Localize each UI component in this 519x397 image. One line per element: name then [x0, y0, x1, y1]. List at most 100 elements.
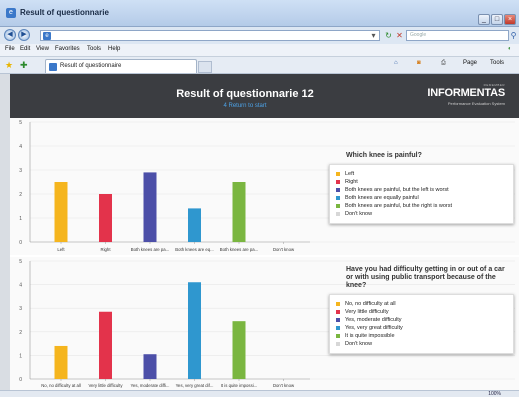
menu-bar: File Edit View Favorites Tools Help ◐	[0, 44, 519, 57]
feeds-icon[interactable]: ◙	[417, 60, 421, 66]
chart2-ytick-label: 3	[19, 306, 22, 312]
return-to-start-link[interactable]: 4 Return to start	[10, 103, 480, 109]
chart2-legend: No, no difficulty at all Very little diff…	[329, 294, 514, 354]
new-tab-button[interactable]	[198, 61, 212, 73]
ie-icon: e	[6, 8, 16, 18]
menu-view[interactable]: View	[36, 46, 49, 52]
zoom-level[interactable]: 100%	[488, 391, 501, 397]
browser-tab[interactable]: Result of questionnaire	[45, 59, 197, 73]
legend-label: It is quite impossible	[345, 333, 395, 339]
legend-label: Yes, moderate difficulty	[345, 317, 402, 323]
maximize-button[interactable]: □	[491, 14, 503, 25]
page-icon: e	[43, 32, 51, 40]
legend-label: Both knees are painful, but the right is…	[345, 203, 453, 209]
legend-swatch	[336, 204, 340, 208]
minimize-button[interactable]: _	[478, 14, 490, 25]
chart1-category-label: Left	[57, 247, 65, 252]
legend-swatch	[336, 212, 340, 216]
close-button[interactable]: ×	[504, 14, 516, 25]
chart2-category-label: It is quite impossi...	[221, 383, 258, 388]
chart1-bar[interactable]	[54, 182, 68, 242]
legend-item[interactable]: It is quite impossible	[336, 332, 507, 340]
dropdown-icon[interactable]: ▾	[368, 30, 379, 41]
menu-file[interactable]: File	[5, 46, 15, 52]
menu-help[interactable]: Help	[108, 46, 120, 52]
chart1-category-label: Both knees are pa...	[220, 247, 258, 252]
chart1-bar[interactable]	[188, 208, 201, 242]
logo-name: INFORMENTAS	[427, 87, 505, 99]
tab-label: Result of questionnaire	[60, 63, 122, 69]
chart2-ytick-label: 5	[19, 259, 22, 265]
legend-item[interactable]: Yes, moderate difficulty	[336, 316, 507, 324]
home-icon[interactable]: ⌂	[394, 60, 398, 66]
chart2-bar[interactable]	[188, 282, 201, 379]
address-bar-row: ◀ ▶ e ▾ ↻ ✕ Google ⚲	[0, 27, 519, 44]
chart2-bar[interactable]	[99, 311, 112, 379]
legend-swatch	[336, 196, 340, 200]
favorites-star-icon[interactable]: ★	[5, 60, 13, 71]
chart1-bar[interactable]	[99, 194, 112, 242]
chart2-question: Have you had difficulty getting in or ou…	[346, 266, 505, 289]
menu-edit[interactable]: Edit	[20, 46, 30, 52]
search-input[interactable]: Google	[406, 30, 509, 41]
chart2-bar[interactable]	[54, 345, 68, 379]
legend-item[interactable]: Don't know	[336, 340, 507, 348]
legend-swatch	[336, 172, 340, 176]
window-title: Result of questionnarie	[20, 8, 109, 17]
legend-label: Right	[345, 179, 358, 185]
legend-swatch	[336, 302, 340, 306]
legend-label: Don't know	[345, 211, 373, 217]
tab-page-icon	[49, 63, 57, 71]
legend-item[interactable]: Both knees are equally painful	[336, 194, 507, 202]
logo-subtitle: Performance Evaluation System	[447, 101, 505, 106]
legend-item[interactable]: Don't know	[336, 210, 507, 218]
add-favorites-icon[interactable]: ✚	[20, 60, 28, 71]
legend-item[interactable]: Very little difficulty	[336, 308, 507, 316]
legend-label: Left	[345, 171, 355, 177]
globe-icon: ◐	[508, 46, 512, 52]
legend-item[interactable]: Right	[336, 178, 507, 186]
chart2-ytick-label: 4	[19, 283, 22, 289]
page-header: Result of questionnarie 12 4 Return to s…	[10, 74, 519, 118]
legend-swatch	[336, 326, 340, 330]
legend-label: Yes, very great difficulty	[345, 325, 403, 331]
chart2-category-label: Very little difficulty	[88, 383, 123, 388]
refresh-icon[interactable]: ↻	[383, 30, 394, 41]
tab-bar: ★ ✚ Result of questionnaire ⌂ ◙ ⎙ Page T…	[0, 57, 519, 74]
chart1-category-label: Both knees are pa...	[131, 247, 169, 252]
print-icon[interactable]: ⎙	[441, 60, 446, 67]
menu-favorites[interactable]: Favorites	[55, 46, 80, 52]
legend-item[interactable]: Yes, very great difficulty	[336, 324, 507, 332]
page-title: Result of questionnarie 12	[176, 88, 314, 100]
legend-item[interactable]: No, no difficulty at all	[336, 300, 507, 308]
status-bar: 100%	[0, 390, 519, 397]
chart2-category-label: No, no difficulty at all	[41, 383, 81, 388]
legend-label: Both knees are equally painful	[345, 195, 419, 201]
chart1-ytick-label: 5	[19, 120, 22, 126]
stop-icon[interactable]: ✕	[394, 30, 405, 41]
chart2-bar[interactable]	[232, 321, 246, 379]
legend-item[interactable]: Left	[336, 170, 507, 178]
legend-label: No, no difficulty at all	[345, 301, 396, 307]
chart1-ytick-label: 4	[19, 144, 22, 150]
address-input[interactable]: e	[40, 30, 380, 41]
chart1-category-label: Don't know	[273, 247, 295, 252]
search-icon[interactable]: ⚲	[508, 30, 519, 41]
chart2-category-label: Yes, very great dif...	[176, 383, 214, 388]
menu-tools[interactable]: Tools	[87, 46, 101, 52]
chart2-category-label: Yes, moderate diffi...	[131, 383, 170, 388]
chart1-bar[interactable]	[232, 182, 246, 242]
chart2-bar[interactable]	[143, 354, 157, 379]
legend-swatch	[336, 188, 340, 192]
legend-label: Don't know	[345, 341, 373, 347]
tools-menu[interactable]: Tools	[490, 60, 504, 66]
legend-item[interactable]: Both knees are painful, but the left is …	[336, 186, 507, 194]
chart1-legend: Left Right Both knees are painful, but the…	[329, 164, 514, 224]
chart1-bar[interactable]	[143, 172, 157, 242]
legend-swatch	[336, 342, 340, 346]
legend-item[interactable]: Both knees are painful, but the right is…	[336, 202, 507, 210]
forward-button[interactable]: ▶	[18, 29, 30, 41]
results-content: 0 1 2 3 4 5 Left Right Both knees are pa... Both …	[10, 118, 519, 391]
page-menu[interactable]: Page	[463, 60, 477, 66]
back-button[interactable]: ◀	[4, 29, 16, 41]
